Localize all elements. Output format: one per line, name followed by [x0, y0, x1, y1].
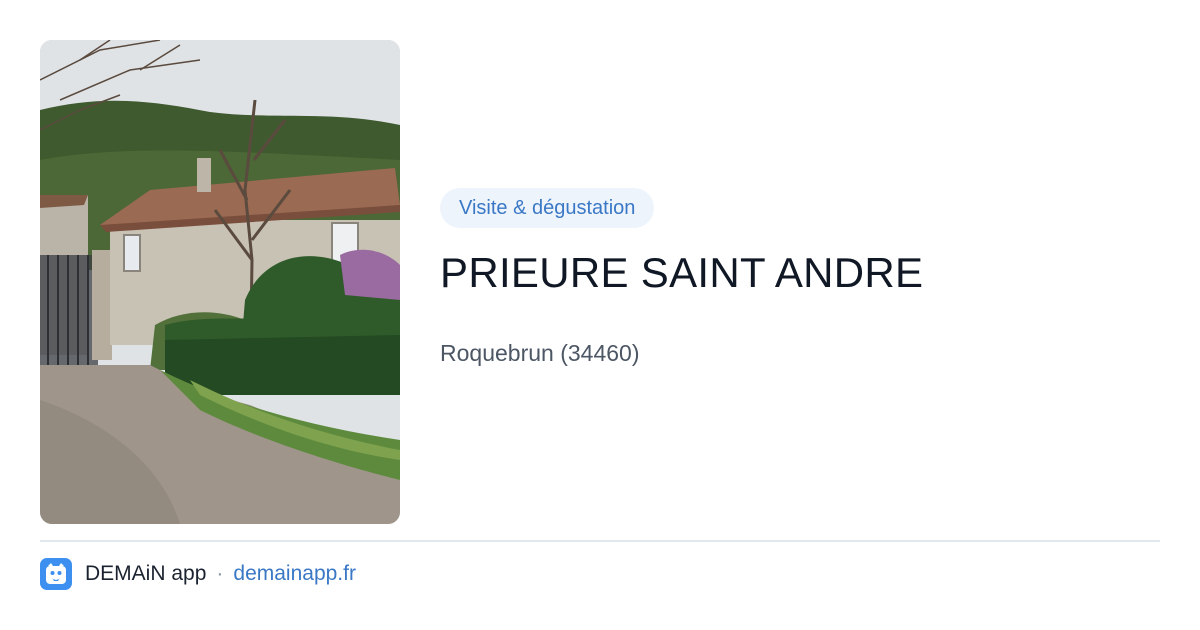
estate-photo — [40, 40, 400, 524]
share-card: Visite & dégustation PRIEURE SAINT ANDRE… — [0, 0, 1200, 630]
category-badge: Visite & dégustation — [440, 188, 655, 228]
footer-separator: · — [216, 562, 224, 585]
listing-details: Visite & dégustation PRIEURE SAINT ANDRE… — [440, 188, 1160, 368]
estate-photo-image — [40, 40, 400, 524]
app-name: DEMAiN app — [85, 562, 207, 585]
listing-location: Roquebrun (34460) — [440, 340, 640, 366]
listing-title: PRIEURE SAINT ANDRE — [440, 249, 924, 296]
paw-shield-icon — [40, 558, 72, 590]
app-website-link[interactable]: demainapp.fr — [233, 562, 356, 586]
footer: DEMAiN app · demainapp.fr — [40, 558, 356, 590]
footer-divider — [40, 540, 1160, 542]
